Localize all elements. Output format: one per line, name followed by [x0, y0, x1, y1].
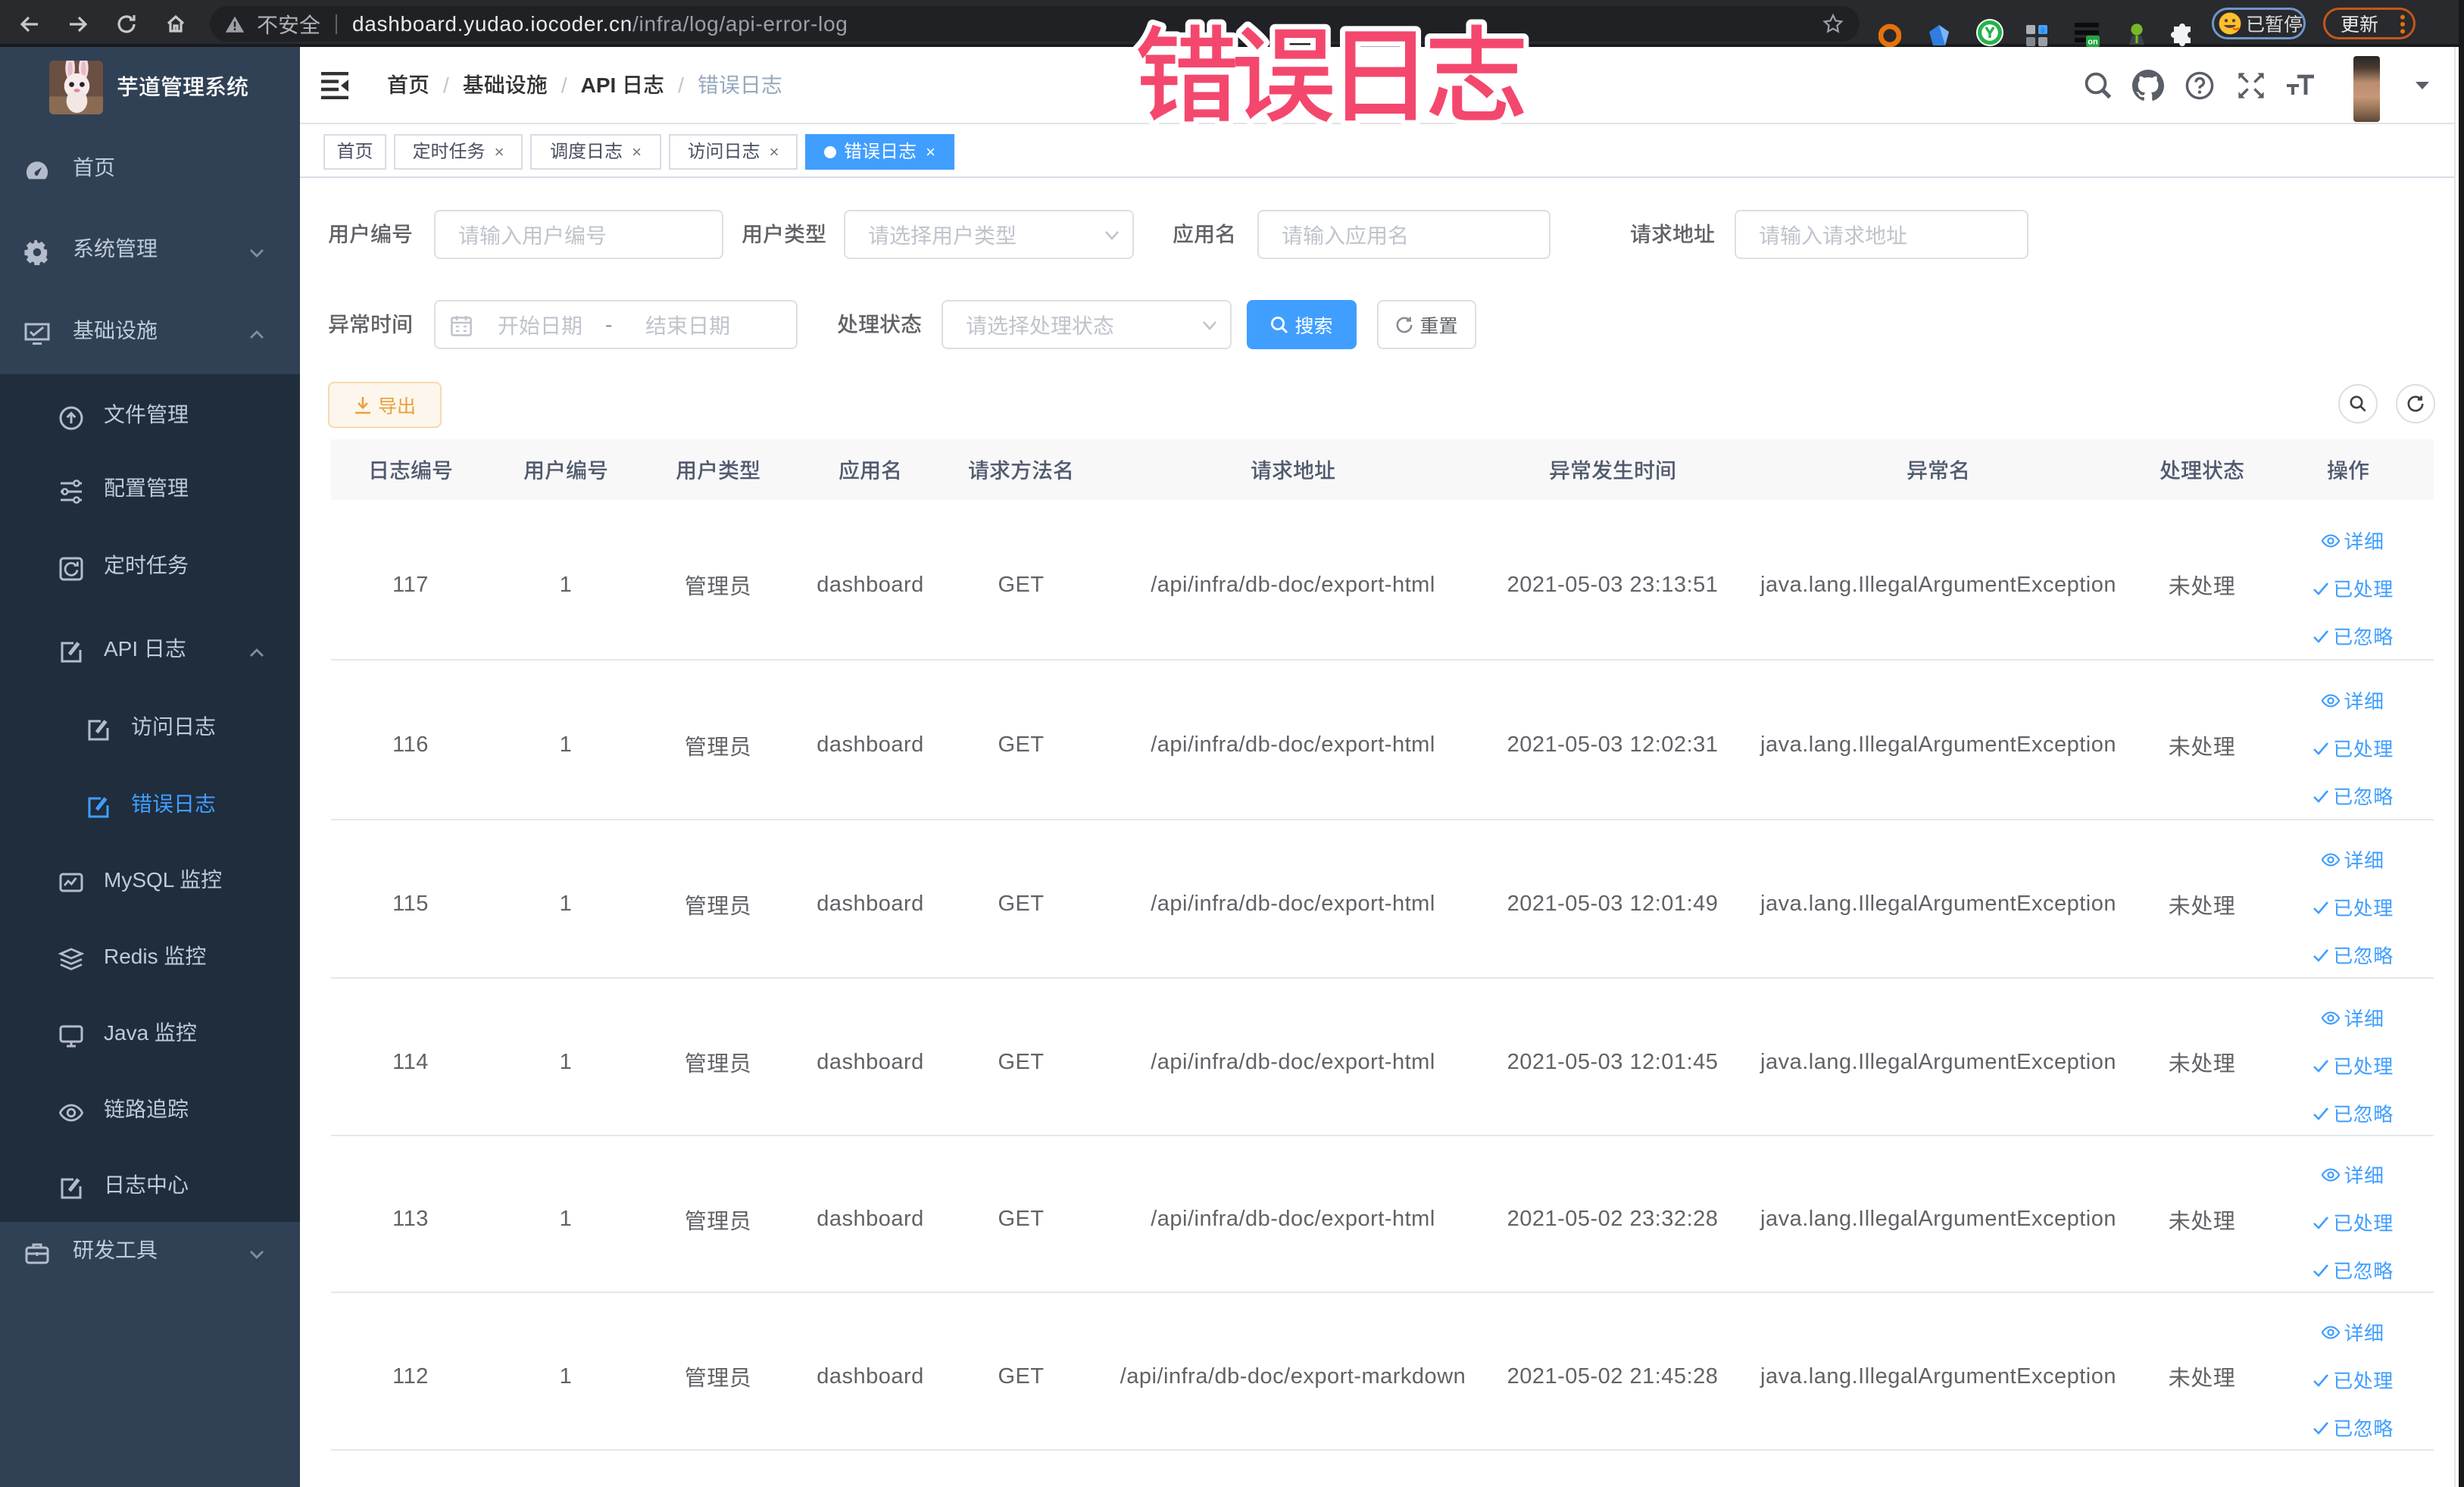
svg-text:on: on	[2088, 38, 2098, 47]
